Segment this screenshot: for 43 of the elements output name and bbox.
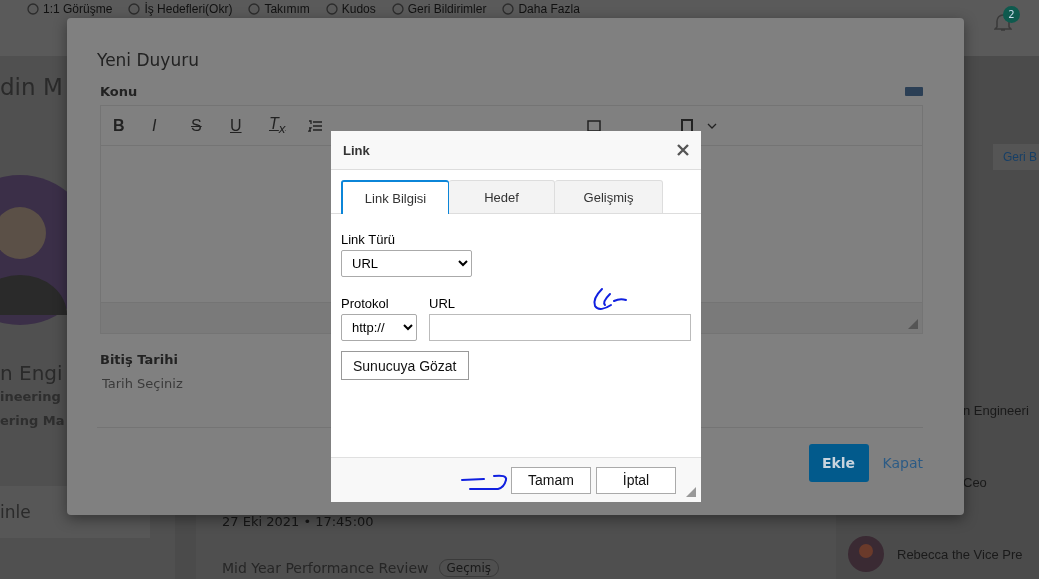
- field-label: Konu: [100, 84, 138, 99]
- nav-item[interactable]: 1:1 Görüşme: [27, 2, 113, 16]
- nav-icon: [391, 3, 404, 15]
- add-button[interactable]: Ekle: [808, 444, 869, 482]
- dialog-tab[interactable]: Hedef: [449, 180, 555, 214]
- resize-grip-icon[interactable]: [686, 487, 696, 497]
- nav-item[interactable]: Takımım: [248, 2, 310, 16]
- chevron-down-icon[interactable]: [707, 122, 717, 129]
- dialog-tab[interactable]: Link Bilgisi: [341, 180, 449, 214]
- browse-server-button[interactable]: Sunucuya Gözat: [341, 351, 469, 380]
- field-label: Link Türü: [341, 232, 396, 247]
- format-button[interactable]: T$_{x}$: [269, 114, 308, 137]
- nav-item[interactable]: Geri Bildirimler: [391, 2, 487, 16]
- ok-button[interactable]: Tamam: [511, 466, 591, 494]
- nav-icon: [248, 3, 261, 15]
- nav-icon: [128, 3, 141, 15]
- dialog-tab[interactable]: Gelişmiş: [555, 180, 663, 214]
- cancel-button[interactable]: İptal: [596, 466, 676, 494]
- dialog-title: Link: [343, 142, 370, 158]
- protocol-select[interactable]: http://: [341, 314, 417, 341]
- nav-icon: [325, 3, 338, 15]
- field-label: Bitiş Tarihi: [100, 352, 178, 367]
- nav-item[interactable]: İş Hedefleri(Okr): [128, 2, 233, 16]
- avatar-icon: [848, 536, 884, 572]
- notification-badge: 2: [1003, 6, 1020, 23]
- field-label: URL: [429, 296, 456, 311]
- url-field[interactable]: [429, 314, 691, 341]
- modal-title: Yeni Duyuru: [97, 50, 200, 70]
- format-button[interactable]: U: [230, 116, 269, 135]
- numbered-list-icon[interactable]: [308, 118, 322, 133]
- field-label: Protokol: [341, 296, 390, 311]
- close-button[interactable]: [677, 144, 689, 156]
- resize-grip-icon[interactable]: [908, 319, 918, 329]
- format-button[interactable]: I: [152, 116, 191, 135]
- bell-icon[interactable]: [994, 12, 1012, 32]
- nav-icon: [27, 3, 39, 15]
- nav-item[interactable]: Daha Fazla: [502, 2, 580, 16]
- nav-icon: [502, 3, 515, 15]
- format-button[interactable]: S: [191, 116, 230, 135]
- date-field[interactable]: Tarih Seçiniz: [100, 375, 304, 392]
- format-button[interactable]: B: [113, 116, 152, 135]
- link-type-select[interactable]: URL: [341, 250, 472, 277]
- nav-item[interactable]: Kudos: [325, 2, 376, 16]
